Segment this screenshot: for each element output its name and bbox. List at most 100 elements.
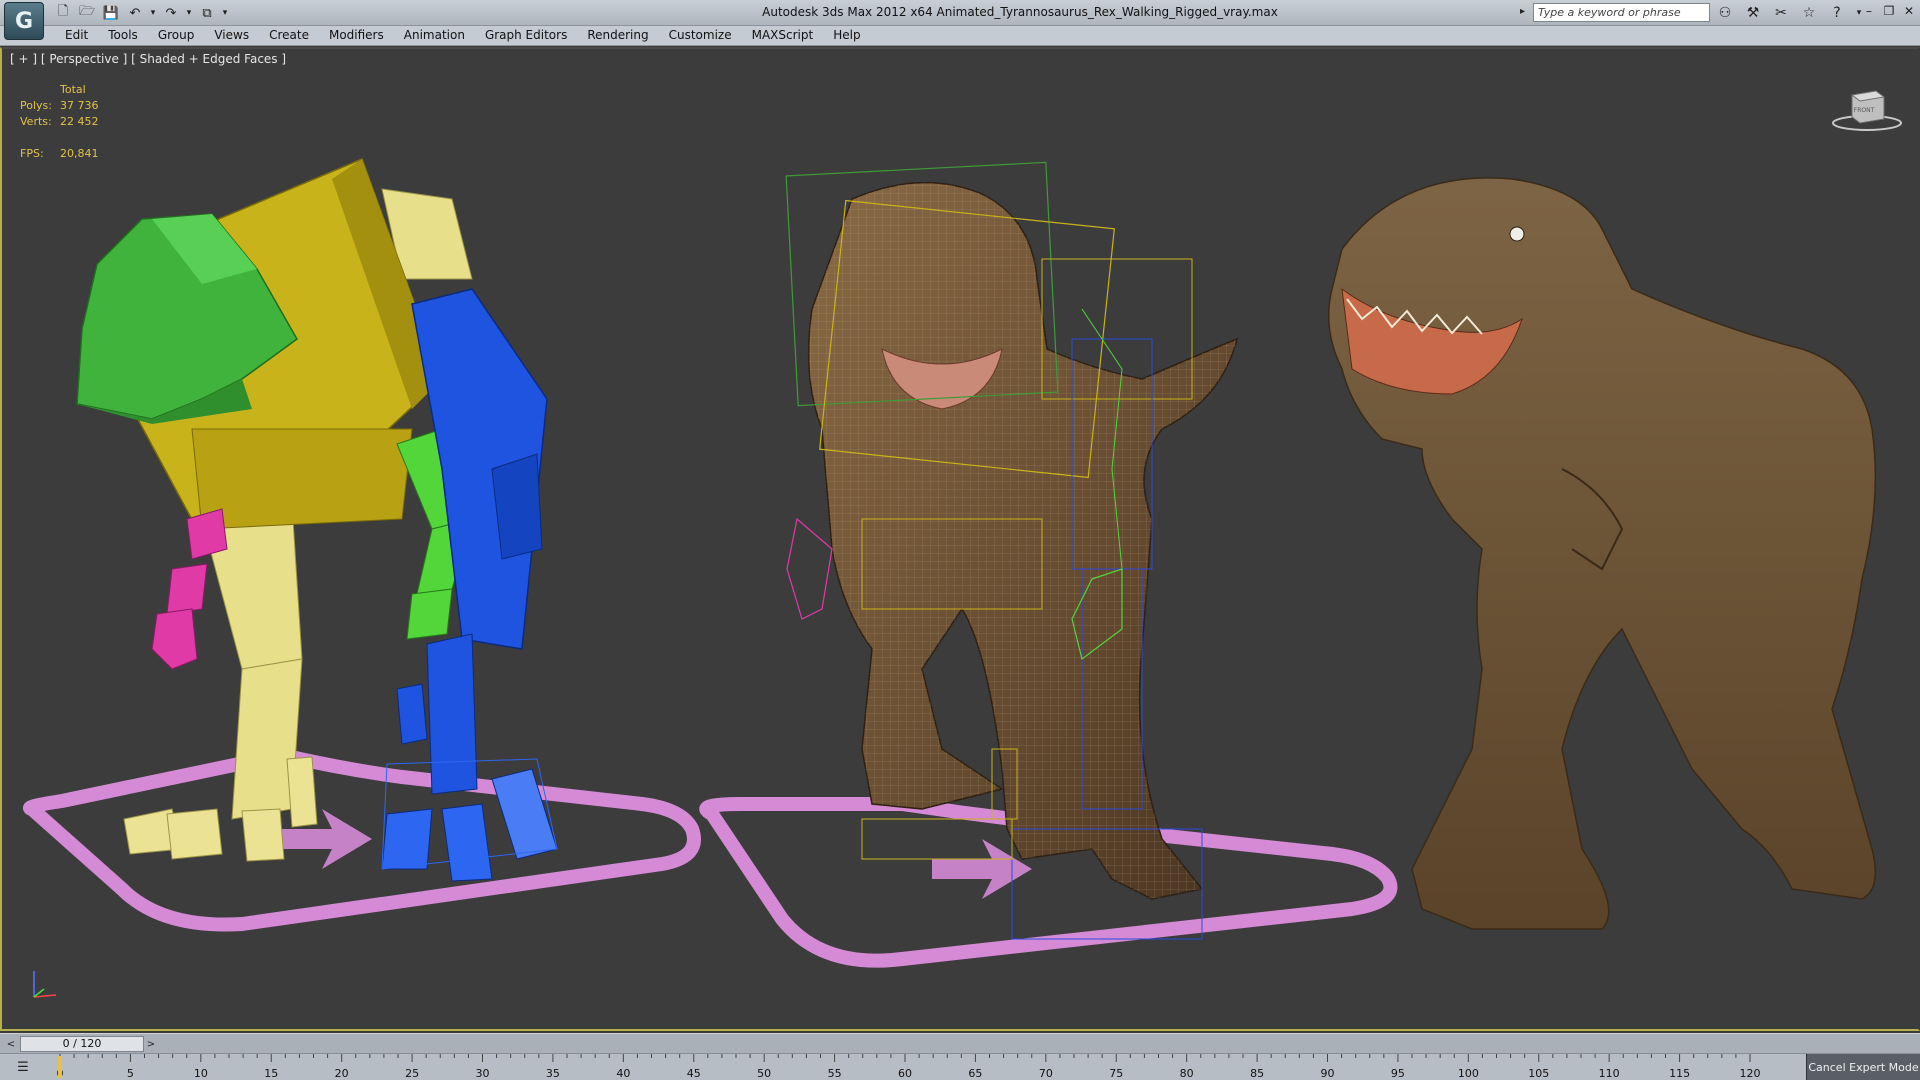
- tick-label: 55: [827, 1067, 842, 1080]
- time-slider-thumb[interactable]: 0 / 120: [20, 1036, 144, 1052]
- tick-label: 100: [1457, 1067, 1479, 1080]
- curve-editor-icon[interactable]: ☰: [12, 1059, 34, 1075]
- menu-graph-editors[interactable]: Graph Editors: [475, 28, 577, 42]
- restore-icon[interactable]: ❐: [1880, 2, 1898, 20]
- tick-label: 115: [1669, 1067, 1691, 1080]
- menu-customize[interactable]: Customize: [659, 28, 742, 42]
- 3dsmax-logo-icon: G: [14, 8, 34, 34]
- menu-maxscript[interactable]: MAXScript: [742, 28, 824, 42]
- frame-ruler[interactable]: 0510152025303540455055606570758085909510…: [57, 1054, 1761, 1080]
- verts-label: Verts:: [20, 115, 52, 128]
- tick-label: 50: [757, 1067, 772, 1080]
- menu-group[interactable]: Group: [148, 28, 205, 42]
- menu-label: Customize: [668, 28, 732, 42]
- menu-label: Help: [833, 28, 861, 42]
- menu-label: Views: [214, 28, 250, 42]
- time-slider-prev-button[interactable]: <: [4, 1036, 18, 1052]
- scene-render[interactable]: [2, 49, 1920, 1031]
- polys-value: 37 736: [60, 99, 99, 112]
- viewport-statistics: Total Polys: 37 736 Verts: 22 452 FPS: 20,8…: [20, 82, 99, 162]
- menu-bar: Edit Tools Group Views Create Modifiers Animat…: [0, 26, 1920, 46]
- undo-dropdown-icon[interactable]: ▾: [148, 3, 158, 23]
- menu-label: Tools: [108, 28, 138, 42]
- qat-dropdown-icon[interactable]: ▾: [220, 3, 230, 23]
- menu-label: Edit: [65, 28, 89, 42]
- favorites-icon[interactable]: ☆: [1798, 3, 1820, 23]
- axis-tripod-icon: [33, 971, 57, 998]
- undo-icon[interactable]: ↶: [124, 3, 146, 23]
- viewport-label[interactable]: [ + ] [ Perspective ] [ Shaded + Edged F…: [10, 52, 286, 66]
- minimize-icon[interactable]: –: [1860, 2, 1878, 20]
- save-icon[interactable]: 💾: [100, 3, 122, 23]
- open-file-icon[interactable]: 🗁: [76, 3, 98, 23]
- help-icon[interactable]: ?: [1826, 3, 1848, 23]
- stats-header: Total: [60, 83, 86, 96]
- binoculars-icon[interactable]: ⚇: [1714, 3, 1736, 23]
- viewcube[interactable]: FRONT: [1832, 85, 1902, 135]
- menu-create[interactable]: Create: [259, 28, 319, 42]
- track-bar[interactable]: ☰ 05101520253035404550556065707580859095…: [0, 1053, 1920, 1080]
- tick-label: 105: [1528, 1067, 1550, 1080]
- polys-label: Polys:: [20, 99, 52, 112]
- menu-label: Animation: [403, 28, 465, 42]
- tick-label: 25: [405, 1067, 420, 1080]
- menu-edit[interactable]: Edit: [55, 28, 98, 42]
- rendered-trex[interactable]: [1327, 177, 1877, 930]
- tick-label: 10: [193, 1067, 208, 1080]
- menu-label: Graph Editors: [484, 28, 568, 42]
- tick-label: 35: [545, 1067, 560, 1080]
- tick-label: 5: [126, 1067, 134, 1080]
- menu-animation[interactable]: Animation: [394, 28, 475, 42]
- window-controls: – ❐ ✕: [1860, 2, 1918, 20]
- menu-label: MAXScript: [751, 28, 814, 42]
- tick-label: 30: [475, 1067, 490, 1080]
- new-file-icon[interactable]: 🗋: [52, 3, 74, 23]
- tick-label: 90: [1320, 1067, 1335, 1080]
- close-icon[interactable]: ✕: [1900, 2, 1918, 20]
- verts-value: 22 452: [60, 115, 99, 128]
- menu-label: Rendering: [587, 28, 649, 42]
- menu-modifiers[interactable]: Modifiers: [319, 28, 394, 42]
- current-frame-marker[interactable]: [58, 1056, 62, 1078]
- fps-value: 20,841: [60, 147, 99, 160]
- tick-label: 65: [968, 1067, 983, 1080]
- viewcube-front-label: FRONT: [1854, 107, 1875, 114]
- menu-label: Create: [269, 28, 309, 42]
- tick-label: 80: [1179, 1067, 1194, 1080]
- menu-views[interactable]: Views: [204, 28, 259, 42]
- tick-label: 70: [1038, 1067, 1053, 1080]
- title-bar: G 🗋 🗁 💾 ↶ ▾ ↷ ▾ ⧉ ▾ Autodesk 3ds Max 2012 x64 An…: [0, 0, 1920, 40]
- tick-label: 15: [264, 1067, 279, 1080]
- app-logo-button[interactable]: G: [4, 2, 44, 40]
- tick-label: 40: [616, 1067, 631, 1080]
- wireframe-trex[interactable]: [785, 161, 1239, 940]
- tick-label: 75: [1109, 1067, 1124, 1080]
- time-slider[interactable]: < 0 / 120 >: [0, 1033, 1920, 1053]
- perspective-viewport[interactable]: [ + ] [ Perspective ] [ Shaded + Edged F…: [0, 47, 1920, 1031]
- redo-icon[interactable]: ↷: [160, 3, 182, 23]
- menu-help[interactable]: Help: [823, 28, 870, 42]
- tick-label: 120: [1739, 1067, 1761, 1080]
- menu-label: Group: [157, 28, 195, 42]
- fps-label: FPS:: [20, 147, 44, 160]
- menu-label: Modifiers: [328, 28, 384, 42]
- search-input[interactable]: Type a keyword or phrase: [1533, 3, 1710, 22]
- menu-rendering[interactable]: Rendering: [577, 28, 658, 42]
- tick-label: 110: [1598, 1067, 1620, 1080]
- tick-label: 95: [1390, 1067, 1405, 1080]
- subscription-icon[interactable]: ⚒: [1742, 3, 1764, 23]
- search-expand-icon[interactable]: ▸: [1520, 6, 1525, 17]
- info-center-toolbar: ⚇ ⚒ ✂ ☆? ▾: [1714, 3, 1864, 23]
- biped-rig[interactable]: [76, 158, 558, 882]
- tick-label: 60: [898, 1067, 912, 1080]
- menu-tools[interactable]: Tools: [98, 28, 148, 42]
- redo-dropdown-icon[interactable]: ▾: [184, 3, 194, 23]
- communication-icon[interactable]: ✂: [1770, 3, 1792, 23]
- project-folder-icon[interactable]: ⧉: [196, 3, 218, 23]
- tick-label: 85: [1250, 1067, 1265, 1080]
- tick-label: 20: [334, 1067, 349, 1080]
- cancel-expert-mode-button[interactable]: Cancel Expert Mode: [1806, 1054, 1920, 1080]
- time-slider-next-button[interactable]: >: [144, 1036, 158, 1052]
- tick-label: 45: [686, 1067, 701, 1080]
- quick-access-toolbar: 🗋 🗁 💾 ↶ ▾ ↷ ▾ ⧉ ▾: [52, 3, 230, 23]
